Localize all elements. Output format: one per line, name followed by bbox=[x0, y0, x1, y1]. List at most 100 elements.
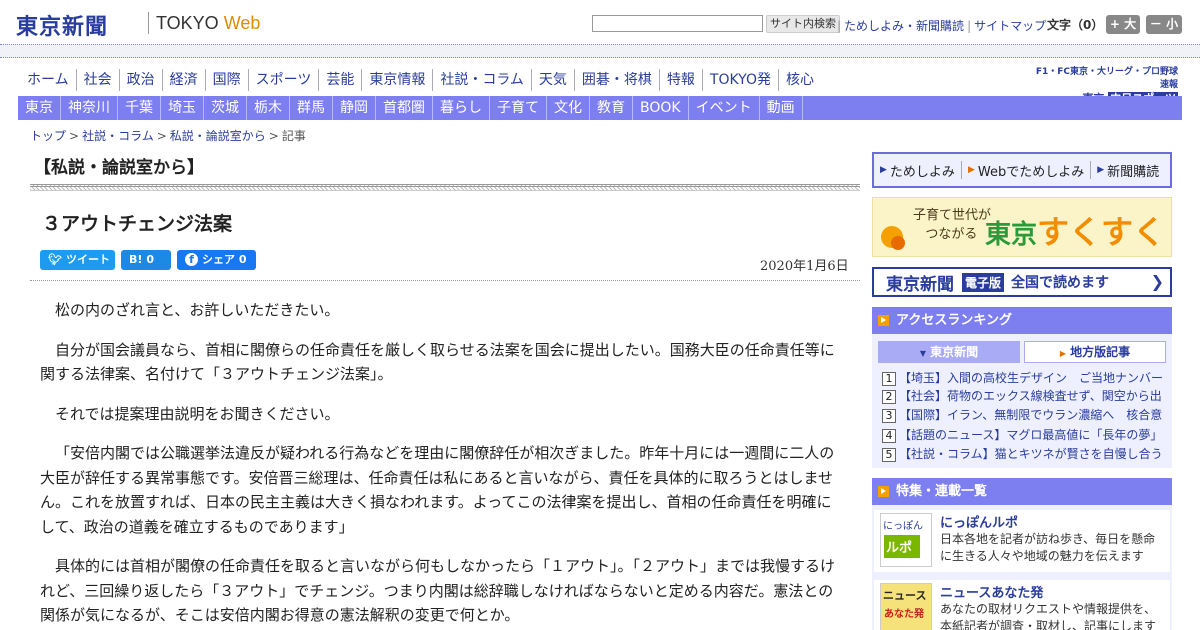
promo-divider bbox=[960, 161, 962, 179]
feature-item[interactable]: にっぽん ルポ にっぽんルポ 日本各地を記者が訪ね歩き、毎日を懸命に生きる人々や… bbox=[874, 510, 1170, 572]
search-input[interactable] bbox=[592, 15, 763, 32]
subnav-item-kurashi[interactable]: 暮らし bbox=[433, 96, 490, 120]
nav-item-tokyo-info[interactable]: 東京情報 bbox=[362, 69, 434, 91]
feature-description: あなたの取材リクエストや情報提供を、本紙記者が調査・取材し、記事にします bbox=[940, 602, 1157, 630]
subnav-item-tochigi[interactable]: 栃木 bbox=[247, 96, 290, 120]
site-logo-jp[interactable]: 東京新聞 bbox=[16, 9, 108, 41]
thumb-text: あなた発 bbox=[884, 609, 924, 620]
nav-item-tokuho[interactable]: 特報 bbox=[660, 69, 703, 91]
font-smaller-button[interactable]: － 小 bbox=[1146, 15, 1182, 34]
facebook-share-button[interactable]: f シェア 0 bbox=[177, 250, 256, 270]
article-paragraph: 自分が国会議員なら、首相に閣僚らの任命責任を厳しく取らせる法案を国会に提出したい… bbox=[40, 340, 835, 384]
subscription-promo-bar: ▶ ためしよみ ▶ Webでためしよみ ▶ 新聞購読 bbox=[872, 152, 1172, 188]
article-date: 2020年1月6日 bbox=[760, 259, 849, 274]
subnav-item-kanagawa[interactable]: 神奈川 bbox=[61, 96, 118, 120]
ranking-item[interactable]: 1 【埼玉】入間の高校生デザイン ご当地ナンバー bbox=[882, 369, 1162, 387]
sukusuku-title-tokyo: 東京 bbox=[985, 220, 1038, 250]
font-larger-button[interactable]: + 大 bbox=[1106, 15, 1140, 34]
subnav-item-education[interactable]: 教育 bbox=[590, 96, 633, 120]
breadcrumb-top[interactable]: トップ bbox=[30, 129, 66, 143]
feature-item[interactable]: ニュース あなた発 ニュースあなた発 あなたの取材リクエストや情報提供を、本紙記… bbox=[874, 580, 1170, 630]
search-button[interactable]: サイト内検索 bbox=[766, 15, 840, 33]
nav-item-economy[interactable]: 経済 bbox=[163, 69, 206, 91]
breadcrumb-editorial[interactable]: 社説・コラム bbox=[82, 129, 154, 143]
site-logo-en[interactable]: TOKYO Web bbox=[156, 13, 260, 34]
ranking-item[interactable]: 5 【社説・コラム】猫とキツネが賢さを自慢し合う bbox=[882, 445, 1162, 463]
article-paragraph: 具体的には首相が閣僚の任命責任を取ると言いながら何もしなかったら「１アウト」。「… bbox=[40, 557, 836, 624]
nav-item-sports[interactable]: スポーツ bbox=[249, 69, 320, 91]
rank-number: 1 bbox=[882, 371, 896, 386]
ranking-item[interactable]: 2 【社会】荷物のエックス線検査せず、関空から出国 bbox=[882, 387, 1162, 405]
subnav-item-tokyo[interactable]: 東京 bbox=[18, 96, 61, 120]
subnav-item-shutoken[interactable]: 首都圏 bbox=[376, 96, 433, 120]
sukusuku-banner[interactable]: 子育て世代が つながる 東京すくすく bbox=[872, 197, 1172, 257]
tab-label: 東京新聞 bbox=[930, 345, 979, 359]
promo-link-web-trial[interactable]: Webでためしよみ bbox=[978, 161, 1084, 180]
util-divider: | bbox=[967, 19, 972, 33]
util-divider: | bbox=[837, 19, 842, 33]
subnav-item-chiba[interactable]: 千葉 bbox=[118, 96, 161, 120]
play-square-icon bbox=[878, 315, 889, 326]
logo-en-tokyo: TOKYO bbox=[156, 13, 224, 33]
sukusuku-title: 東京すくすく bbox=[985, 207, 1165, 253]
subnav-item-shizuoka[interactable]: 静岡 bbox=[333, 96, 376, 120]
ranking-item-text: 【社会】荷物のエックス線検査せず、関空から出国 bbox=[899, 389, 1162, 403]
subnav-item-kosodate[interactable]: 子育て bbox=[490, 96, 547, 120]
features-header: 特集・連載一覧 bbox=[872, 478, 1172, 505]
feature-title: にっぽんルポ bbox=[940, 516, 1019, 531]
feature-title: ニュースあなた発 bbox=[940, 586, 1044, 601]
subnav-item-gunma[interactable]: 群馬 bbox=[290, 96, 333, 120]
link-sitemap[interactable]: サイトマップ bbox=[974, 19, 1046, 33]
tab-local-edition[interactable]: ▶ 地方版記事 bbox=[1024, 341, 1166, 363]
nav-item-tokyo-hatsu[interactable]: TOKYO発 bbox=[703, 69, 779, 91]
utility-links: | ためしよみ・新聞購読 | サイトマップ bbox=[834, 17, 1046, 34]
digital-edition-banner[interactable]: 東京新聞 電子版 全国で読めます ❯ bbox=[872, 267, 1172, 297]
subnav-item-culture[interactable]: 文化 bbox=[547, 96, 590, 120]
facebook-share-label: シェア bbox=[202, 253, 235, 266]
subnav-item-saitama[interactable]: 埼玉 bbox=[161, 96, 204, 120]
nav-item-entertainment[interactable]: 芸能 bbox=[319, 69, 363, 91]
section-divider bbox=[30, 184, 860, 191]
flower-icon bbox=[891, 236, 905, 250]
nav-item-go-shogi[interactable]: 囲碁・将棋 bbox=[575, 69, 660, 91]
promo-link-subscribe[interactable]: 新聞購読 bbox=[1107, 161, 1159, 180]
subnav-item-book[interactable]: BOOK bbox=[633, 96, 689, 120]
thumb-text: にっぽん bbox=[883, 521, 923, 532]
promo-link-trial[interactable]: ためしよみ bbox=[890, 161, 955, 180]
breadcrumb: トップ > 社説・コラム > 私説・論説室から > 記事 bbox=[30, 127, 306, 144]
ranking-title: アクセスランキング bbox=[896, 313, 1012, 328]
sukusuku-tagline: 子育て世代が つながる bbox=[913, 206, 991, 244]
arrow-right-icon: ▶ bbox=[967, 165, 975, 175]
article-paragraph: それでは提案理由説明をお聞きください。 bbox=[55, 404, 340, 423]
nav-item-home[interactable]: ホーム bbox=[20, 69, 77, 91]
ranking-item[interactable]: 3 【国際】イラン、無制限でウラン濃縮へ 核合意 bbox=[882, 406, 1162, 424]
promo-divider bbox=[1090, 161, 1092, 179]
subnav-item-event[interactable]: イベント bbox=[689, 96, 760, 120]
article-paragraph: 「安倍内閣では公職選挙法違反が疑われる行為などを理由に閣僚辞任が相次ぎました。昨… bbox=[40, 444, 835, 536]
tweet-label: ツイート bbox=[65, 253, 110, 266]
breadcrumb-column[interactable]: 私説・論説室から bbox=[170, 129, 266, 143]
subnav-item-ibaraki[interactable]: 茨城 bbox=[204, 96, 247, 120]
nav-item-politics[interactable]: 政治 bbox=[120, 69, 163, 91]
font-size-label: 文字（0） bbox=[1047, 18, 1104, 32]
subnav-item-video[interactable]: 動画 bbox=[760, 96, 803, 120]
twitter-icon: 🐦︎ bbox=[48, 253, 62, 266]
tab-label: 地方版記事 bbox=[1070, 345, 1131, 359]
nav-item-weather[interactable]: 天気 bbox=[532, 69, 575, 91]
nav-item-society[interactable]: 社会 bbox=[77, 69, 120, 91]
link-subscribe[interactable]: ためしよみ・新聞購読 bbox=[844, 19, 964, 33]
article-title: ３アウトチェンジ法案 bbox=[42, 213, 233, 235]
features-title: 特集・連載一覧 bbox=[896, 484, 988, 499]
ranking-item[interactable]: 4 【話題のニュース】マグロ最高値に「長年の夢」 bbox=[882, 426, 1162, 444]
tweet-button[interactable]: 🐦︎ ツイート bbox=[40, 250, 115, 270]
logo-en-web: Web bbox=[223, 13, 261, 33]
tab-tokyo-shimbun[interactable]: ▼ 東京新聞 bbox=[878, 341, 1020, 363]
nav-item-kakushin[interactable]: 核心 bbox=[779, 69, 821, 91]
rank-number: 2 bbox=[882, 389, 896, 404]
rank-number: 5 bbox=[882, 447, 896, 462]
nav-item-international[interactable]: 国際 bbox=[206, 69, 249, 91]
feature-thumbnail: にっぽん ルポ bbox=[880, 513, 932, 567]
hatena-bookmark-button[interactable]: B! 0 bbox=[121, 250, 171, 270]
digital-edition-name: 東京新聞 bbox=[886, 274, 954, 295]
nav-item-editorial[interactable]: 社説・コラム bbox=[433, 69, 532, 91]
